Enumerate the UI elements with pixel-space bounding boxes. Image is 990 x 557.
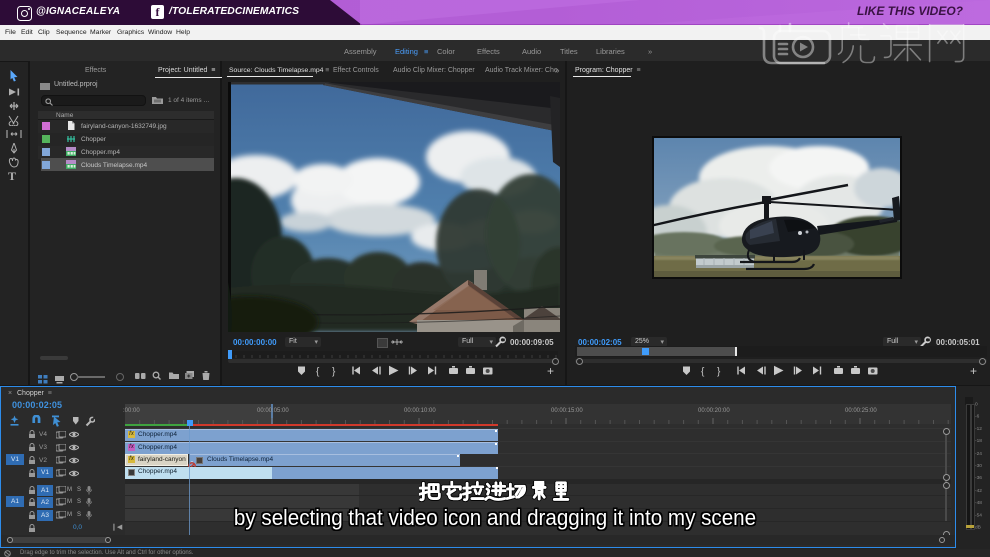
svg-text:{: { (701, 367, 705, 378)
svg-text:{: { (316, 367, 320, 378)
svg-text:}: } (717, 367, 721, 378)
svg-text:}: } (332, 367, 336, 378)
